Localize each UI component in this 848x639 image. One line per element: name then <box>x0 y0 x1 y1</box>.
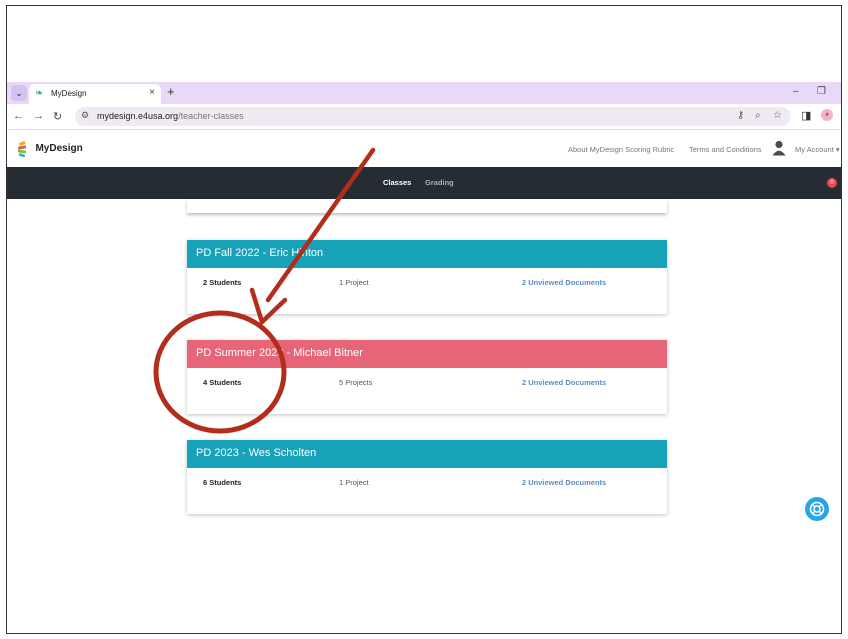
user-avatar-icon[interactable] <box>772 140 786 156</box>
profile-icon[interactable]: ◕ <box>821 109 833 121</box>
new-tab-button[interactable]: + <box>167 84 175 99</box>
projects-count[interactable]: 1 Project <box>339 278 369 287</box>
class-title[interactable]: PD Fall 2022 - Eric Hinton <box>187 240 667 268</box>
tab-title: MyDesign <box>51 89 87 98</box>
restore-icon[interactable]: ❐ <box>817 86 826 97</box>
notification-badge[interactable]: 0 <box>827 178 837 188</box>
unviewed-documents-link[interactable]: 2 Unviewed Documents <box>522 278 606 287</box>
mydesign-logo[interactable]: MyDesign <box>17 140 83 158</box>
nav-classes[interactable]: Classes <box>383 178 411 187</box>
my-account-menu[interactable]: My Account ▾ <box>795 145 840 154</box>
class-card-body: 6 Students 1 Project 2 Unviewed Document… <box>187 468 667 514</box>
logo-text: MyDesign <box>35 143 83 155</box>
class-title[interactable]: PD Summer 2023 - Michael Bitner <box>187 340 667 368</box>
url-text: mydesign.e4usa.org/teacher-classes <box>97 111 244 121</box>
browser-tab[interactable]: ❧ MyDesign × <box>29 84 161 104</box>
students-count[interactable]: 4 Students <box>203 378 241 387</box>
terms-link[interactable]: Terms and Conditions <box>689 145 762 154</box>
logo-mark-icon <box>17 140 27 157</box>
class-card[interactable]: PD Summer 2023 - Michael Bitner 4 Studen… <box>187 340 667 414</box>
about-rubric-link[interactable]: About MyDesign Scoring Rubric <box>568 145 674 154</box>
minimize-icon[interactable]: – <box>793 86 799 97</box>
site-info-icon[interactable]: ⚙ <box>81 110 89 121</box>
site-header: MyDesign About MyDesign Scoring Rubric T… <box>7 130 841 168</box>
students-count[interactable]: 2 Students <box>203 278 241 287</box>
unviewed-documents-link[interactable]: 2 Unviewed Documents <box>522 478 606 487</box>
main-navbar: Classes Grading 0 <box>7 167 841 199</box>
password-key-icon[interactable]: ⚷ <box>737 110 744 121</box>
class-card-body: 4 Students 5 Projects 2 Unviewed Documen… <box>187 368 667 414</box>
close-icon[interactable]: × <box>149 87 155 98</box>
tab-strip: ⌄ ❧ MyDesign × + – ❐ <box>7 82 841 104</box>
star-icon[interactable]: ☆ <box>773 110 782 121</box>
class-card[interactable]: PD 2023 - Wes Scholten 6 Students 1 Proj… <box>187 440 667 514</box>
lifebuoy-glyph <box>809 501 825 517</box>
class-card-body: 2 Students 1 Project 2 Unviewed Document… <box>187 268 667 314</box>
projects-count[interactable]: 1 Project <box>339 478 369 487</box>
zoom-icon[interactable]: ⌕ <box>755 110 761 121</box>
favicon-icon: ❧ <box>35 88 44 99</box>
class-title[interactable]: PD 2023 - Wes Scholten <box>187 440 667 468</box>
class-card[interactable]: PD Fall 2022 - Eric Hinton 2 Students 1 … <box>187 240 667 314</box>
reload-icon[interactable]: ↻ <box>53 110 62 123</box>
browser-window: ⌄ ❧ MyDesign × + – ❐ ← → ↻ ⚙ mydesign.e4… <box>6 5 842 634</box>
forward-icon[interactable]: → <box>33 110 44 122</box>
students-count[interactable]: 6 Students <box>203 478 241 487</box>
projects-count[interactable]: 5 Projects <box>339 378 372 387</box>
class-card-scrolled <box>187 199 667 213</box>
side-panel-icon[interactable]: ◨ <box>801 109 811 122</box>
url-field[interactable]: ⚙ mydesign.e4usa.org/teacher-classes ⚷ ⌕… <box>75 107 791 126</box>
help-lifebuoy-icon[interactable] <box>805 497 829 521</box>
address-bar-row: ← → ↻ ⚙ mydesign.e4usa.org/teacher-class… <box>7 104 841 130</box>
tab-list-icon[interactable]: ⌄ <box>11 85 27 101</box>
unviewed-documents-link[interactable]: 2 Unviewed Documents <box>522 378 606 387</box>
back-icon[interactable]: ← <box>13 110 24 122</box>
nav-grading[interactable]: Grading <box>425 178 454 187</box>
